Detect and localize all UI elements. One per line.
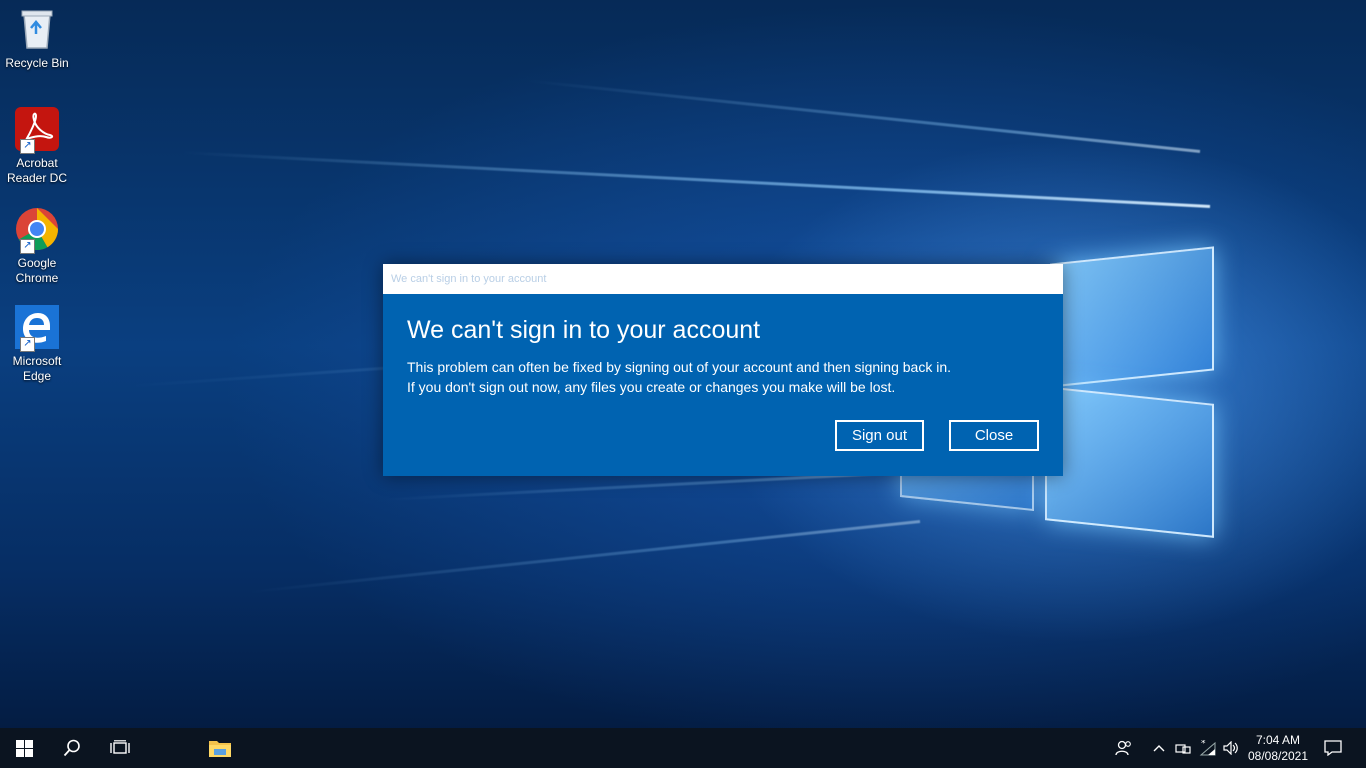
- wifi-icon: *: [1199, 740, 1216, 756]
- icon-label-line2: Chrome: [15, 271, 59, 285]
- search-icon: [63, 739, 80, 757]
- people-button[interactable]: [1110, 728, 1138, 768]
- light-beam: [243, 520, 921, 595]
- chrome-icon: ↗: [14, 206, 60, 254]
- logo-pane: [1050, 246, 1214, 388]
- icon-label-line1: Acrobat: [16, 156, 58, 170]
- volume-button[interactable]: [1220, 728, 1242, 768]
- light-beam: [523, 78, 1201, 153]
- logo-pane: [1045, 386, 1214, 538]
- dialog-heading: We can't sign in to your account: [407, 316, 761, 344]
- start-button[interactable]: [0, 728, 48, 768]
- close-button[interactable]: Close: [949, 420, 1039, 451]
- task-view-icon: [110, 740, 130, 754]
- network-button[interactable]: [1172, 728, 1194, 768]
- clock-date: 08/08/2021: [1247, 749, 1309, 763]
- volume-icon: [1223, 741, 1238, 755]
- show-hidden-icons-button[interactable]: [1148, 728, 1170, 768]
- desktop-icon-recycle-bin[interactable]: Recycle Bin: [4, 6, 70, 71]
- desktop-icon-chrome[interactable]: ↗ Google Chrome: [4, 206, 70, 286]
- notification-icon: [1324, 740, 1342, 756]
- light-beam: [181, 151, 1211, 208]
- shortcut-arrow-icon: ↗: [20, 337, 35, 352]
- shortcut-arrow-icon: ↗: [20, 239, 35, 254]
- acrobat-reader-icon: ↗: [14, 106, 60, 154]
- recycle-bin-icon: [14, 6, 60, 52]
- file-explorer-button[interactable]: [196, 728, 244, 768]
- icon-label-line2: Reader DC: [6, 171, 68, 185]
- icon-label: Recycle Bin: [5, 56, 69, 70]
- taskbar-clock[interactable]: 7:04 AM 08/08/2021: [1240, 732, 1316, 764]
- edge-icon: ↗: [14, 304, 60, 352]
- wifi-button[interactable]: *: [1196, 728, 1220, 768]
- dialog-message-line2: If you don't sign out now, any files you…: [407, 379, 896, 395]
- desktop-icon-acrobat[interactable]: ↗ Acrobat Reader DC: [4, 106, 70, 186]
- search-button[interactable]: [48, 728, 96, 768]
- desktop-icon-edge[interactable]: ↗ Microsoft Edge: [4, 304, 70, 384]
- network-icon: [1175, 744, 1191, 754]
- shortcut-arrow-icon: ↗: [20, 139, 35, 154]
- taskbar: * 7:04 AM 08/08/2021: [0, 728, 1366, 768]
- people-icon: [1115, 740, 1131, 756]
- icon-label-line1: Microsoft: [12, 354, 62, 368]
- file-explorer-icon: [209, 741, 231, 757]
- icon-label-line1: Google: [17, 256, 57, 270]
- desktop: Recycle Bin ↗ Acrobat Reader DC ↗ Google…: [0, 0, 1366, 768]
- chevron-up-icon: [1153, 745, 1165, 752]
- dialog-titlebar[interactable]: We can't sign in to your account: [383, 264, 1063, 294]
- sign-in-error-dialog: We can't sign in to your account We can'…: [383, 264, 1063, 476]
- svg-text:*: *: [1201, 740, 1206, 749]
- sign-out-button[interactable]: Sign out: [835, 420, 924, 451]
- dialog-message-line1: This problem can often be fixed by signi…: [407, 359, 952, 375]
- action-center-button[interactable]: [1318, 728, 1348, 768]
- clock-time: 7:04 AM: [1255, 733, 1301, 747]
- windows-start-icon: [15, 739, 33, 757]
- icon-label-line2: Edge: [22, 369, 52, 383]
- task-view-button[interactable]: [96, 728, 144, 768]
